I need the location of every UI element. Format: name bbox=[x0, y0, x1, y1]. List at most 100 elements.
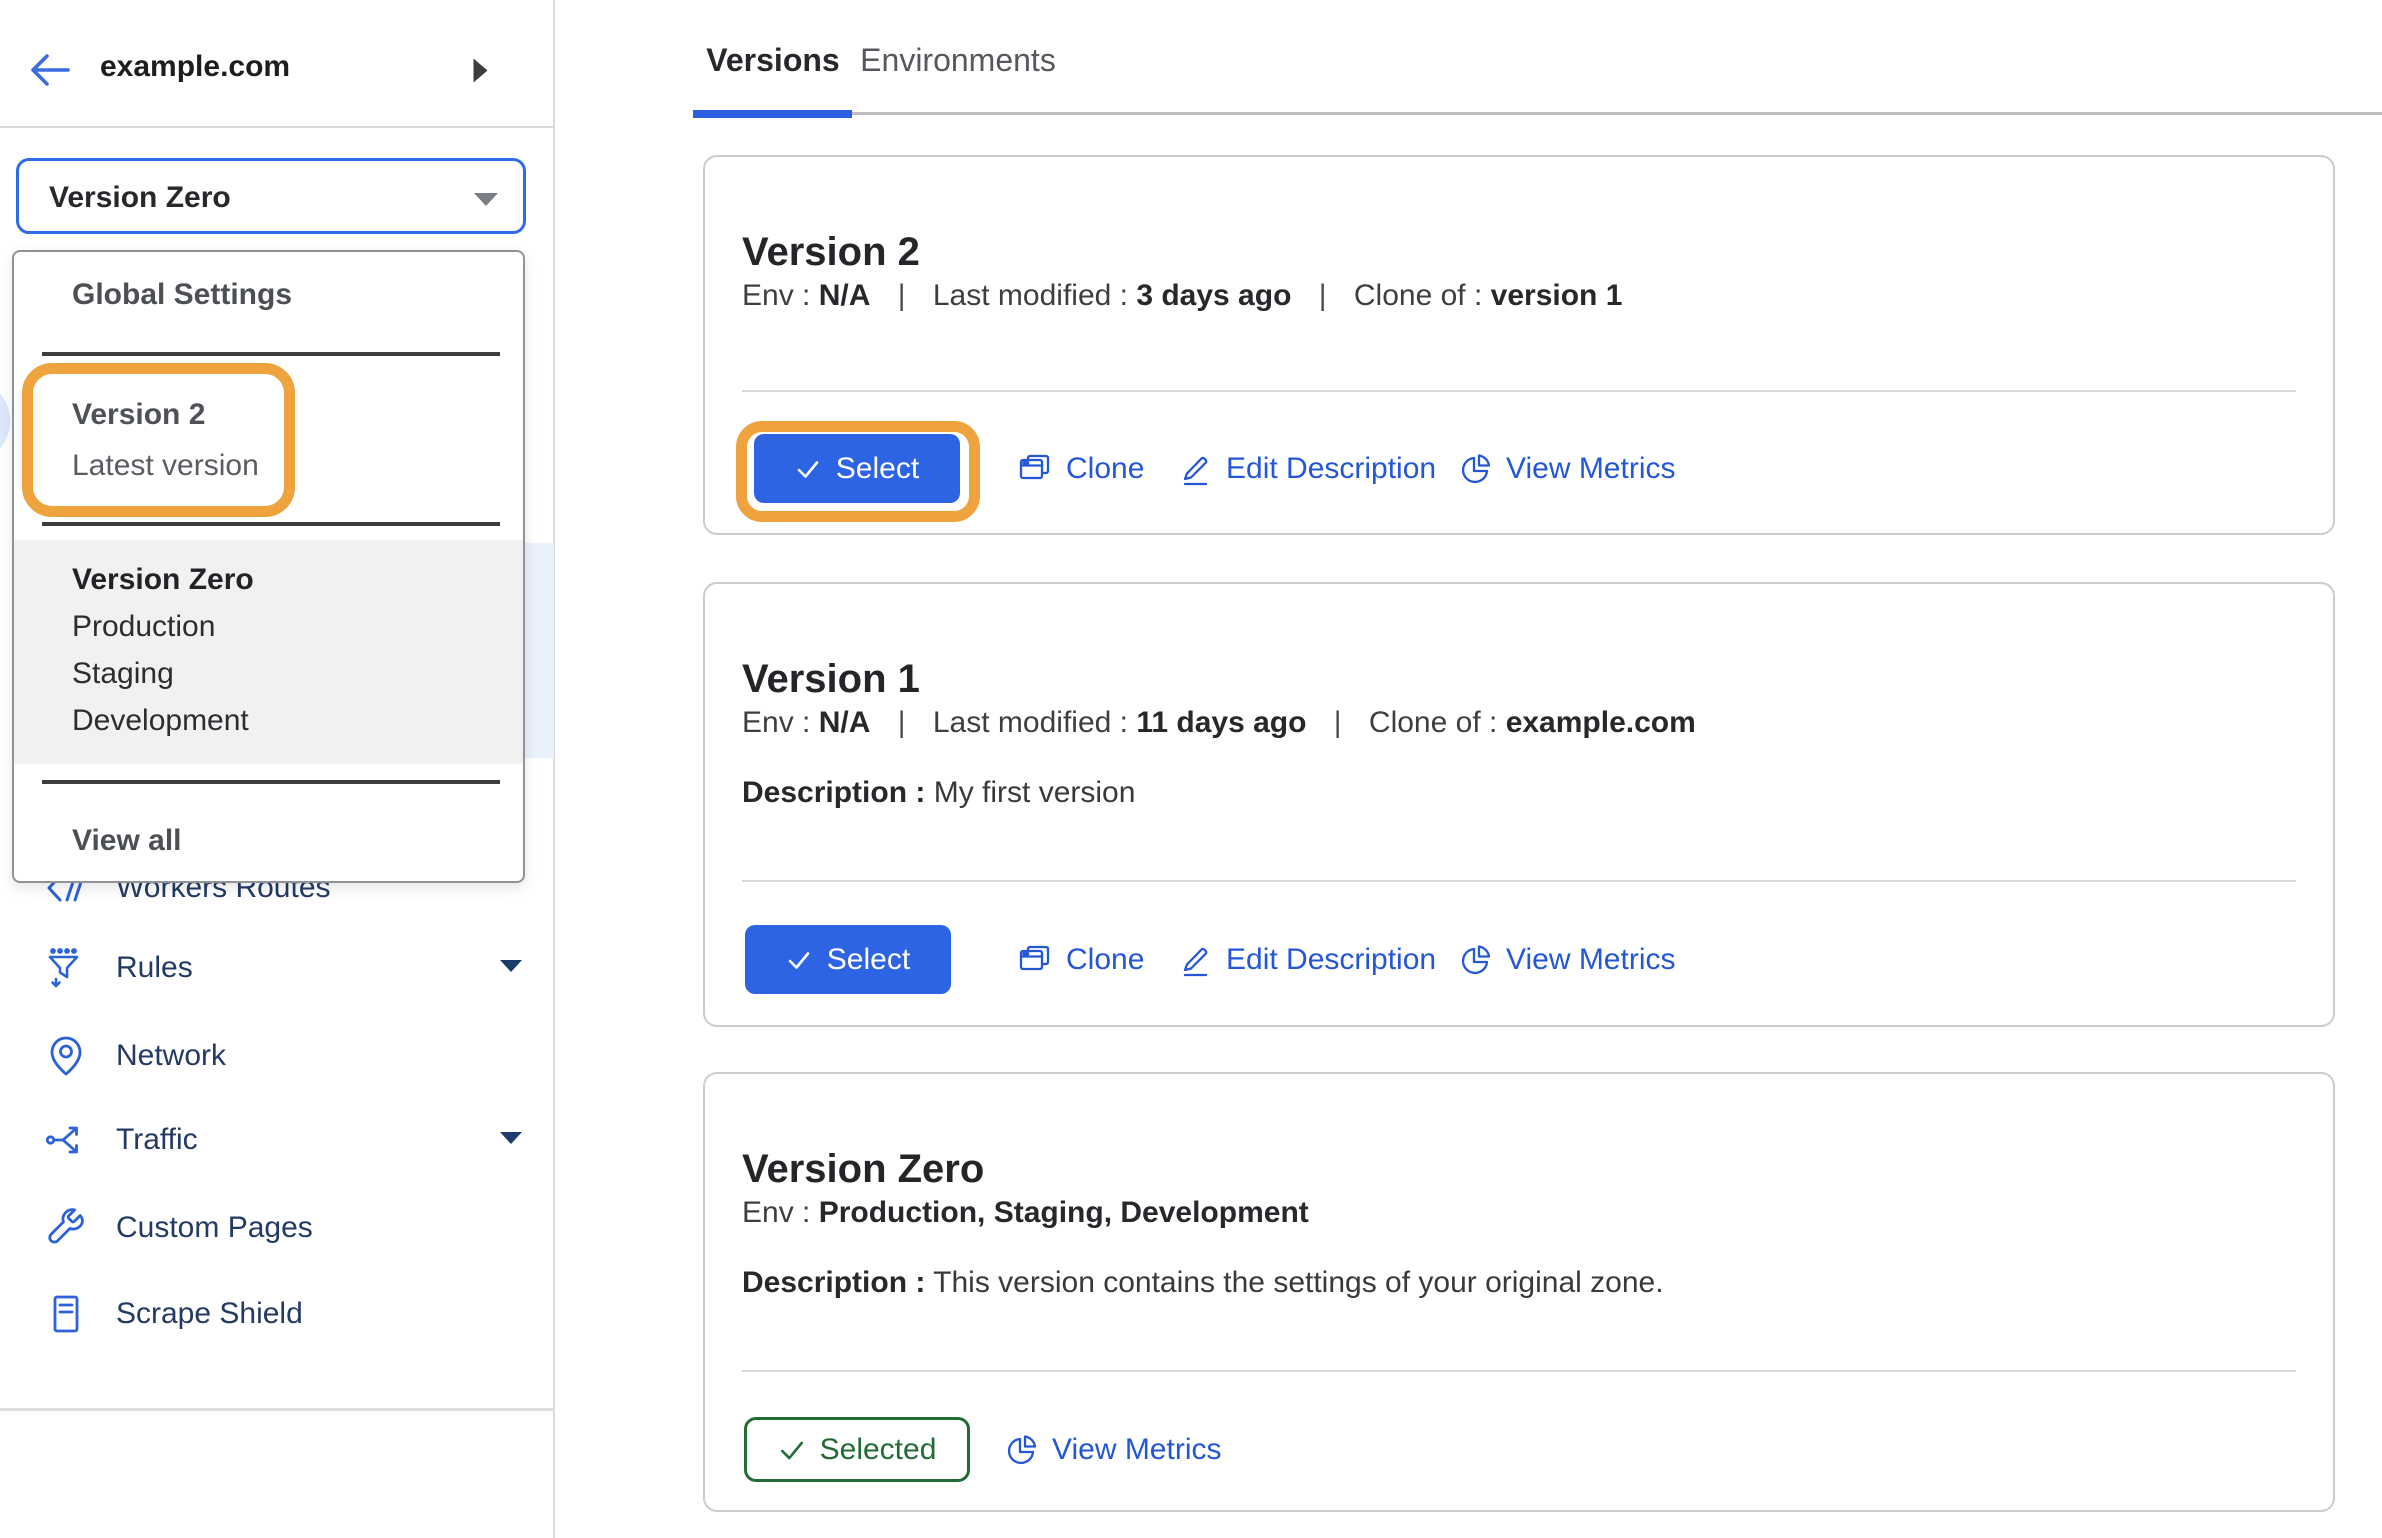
pie-chart-icon bbox=[1459, 452, 1493, 486]
clone-of-value: example.com bbox=[1506, 706, 1696, 739]
dropdown-separator bbox=[42, 352, 500, 356]
edit-description-button[interactable]: Edit Description bbox=[1179, 925, 1436, 995]
sidebar-item-rules[interactable]: Rules bbox=[0, 936, 553, 1000]
dropdown-item-view-all[interactable]: View all bbox=[72, 824, 182, 858]
last-modified-label: Last modified : bbox=[933, 279, 1128, 312]
meta-separator: | bbox=[898, 279, 906, 312]
sidebar-divider bbox=[0, 1408, 555, 1411]
pencil-icon bbox=[1179, 451, 1213, 487]
sidebar: example.com Version Zero Global Settings… bbox=[0, 0, 555, 1538]
sidebar-header: example.com bbox=[0, 0, 553, 128]
last-modified-label: Last modified : bbox=[933, 706, 1128, 739]
clone-of-label: Clone of : bbox=[1369, 706, 1497, 739]
pencil-icon bbox=[1179, 942, 1213, 978]
pie-chart-icon bbox=[1459, 943, 1493, 977]
description-value: My first version bbox=[934, 776, 1136, 809]
description-label: Description : bbox=[742, 1266, 925, 1299]
version-card-meta: Env : N/A | Last modified : 11 days ago … bbox=[742, 706, 1696, 740]
version-card-version-zero: Version Zero Env : Production, Staging, … bbox=[703, 1072, 2335, 1512]
view-metrics-button[interactable]: View Metrics bbox=[1459, 925, 1675, 995]
pie-chart-icon bbox=[1005, 1433, 1039, 1467]
clone-button[interactable]: Clone bbox=[1017, 925, 1144, 995]
card-actions: Select Clone Edit Description View Metri… bbox=[742, 434, 2296, 504]
meta-separator: | bbox=[1334, 706, 1342, 739]
version-card-meta: Env : N/A | Last modified : 3 days ago |… bbox=[742, 279, 1622, 313]
view-metrics-button[interactable]: View Metrics bbox=[1005, 1415, 1221, 1485]
version-select-dropdown[interactable]: Version Zero bbox=[16, 158, 526, 234]
dropdown-item-version-2[interactable]: Version 2 Latest version bbox=[72, 398, 259, 483]
clone-of-value: version 1 bbox=[1491, 279, 1623, 312]
expand-right-icon[interactable] bbox=[472, 57, 489, 89]
version-card-description: Description : My first version bbox=[742, 776, 1135, 810]
clone-icon bbox=[1017, 942, 1053, 978]
card-actions: Select Clone Edit Description View Metri… bbox=[742, 925, 2296, 995]
back-arrow-icon[interactable] bbox=[26, 50, 72, 95]
document-icon bbox=[44, 1292, 88, 1336]
dropdown-item-version-zero[interactable]: Version Zero Production Staging Developm… bbox=[14, 540, 523, 764]
env-label: Env : bbox=[742, 279, 810, 312]
card-divider bbox=[742, 1370, 2296, 1372]
selected-button[interactable]: Selected bbox=[744, 1417, 970, 1482]
dropdown-version-2-subtitle: Latest version bbox=[72, 449, 259, 483]
env-value: Production, Staging, Development bbox=[819, 1196, 1309, 1229]
chevron-down-icon bbox=[473, 192, 499, 212]
description-label: Description : bbox=[742, 776, 925, 809]
card-divider bbox=[742, 880, 2296, 882]
env-label: Env : bbox=[742, 1196, 810, 1229]
dropdown-env-development: Development bbox=[72, 697, 523, 744]
select-button[interactable]: Select bbox=[754, 434, 960, 503]
app-canvas: example.com Version Zero Global Settings… bbox=[0, 0, 2382, 1538]
env-value: N/A bbox=[819, 706, 871, 739]
meta-separator: | bbox=[1319, 279, 1327, 312]
clone-of-label: Clone of : bbox=[1354, 279, 1482, 312]
chevron-down-icon bbox=[499, 1131, 523, 1150]
dropdown-env-staging: Staging bbox=[72, 650, 523, 697]
description-value: This version contains the settings of yo… bbox=[933, 1266, 1663, 1299]
rules-icon bbox=[44, 946, 88, 990]
dropdown-version-2-title: Version 2 bbox=[72, 398, 259, 432]
clone-icon bbox=[1017, 451, 1053, 487]
wrench-icon bbox=[44, 1206, 88, 1250]
version-card-title: Version 2 bbox=[742, 228, 920, 276]
version-card-title: Version Zero bbox=[742, 1145, 984, 1193]
main-content: Versions Environments Version 2 Env : N/… bbox=[557, 0, 2382, 1538]
traffic-icon bbox=[44, 1118, 88, 1162]
version-card-title: Version 1 bbox=[742, 655, 920, 703]
dropdown-separator bbox=[42, 522, 500, 526]
edit-description-button[interactable]: Edit Description bbox=[1179, 434, 1436, 504]
select-button[interactable]: Select bbox=[745, 925, 951, 994]
view-metrics-button[interactable]: View Metrics bbox=[1459, 434, 1675, 504]
tab-active-indicator bbox=[693, 110, 852, 118]
version-card-meta: Env : Production, Staging, Development bbox=[742, 1196, 1309, 1230]
dropdown-version-zero-title: Version Zero bbox=[72, 556, 523, 603]
sidebar-item-scrape-shield[interactable]: Scrape Shield bbox=[0, 1282, 553, 1346]
sidebar-item-traffic[interactable]: Traffic bbox=[0, 1108, 553, 1172]
version-card-description: Description : This version contains the … bbox=[742, 1266, 1664, 1300]
meta-separator: | bbox=[898, 706, 906, 739]
dropdown-env-production: Production bbox=[72, 603, 523, 650]
selected-nav-highlight bbox=[525, 543, 554, 758]
clone-button[interactable]: Clone bbox=[1017, 434, 1144, 504]
version-card-version-2: Version 2 Env : N/A | Last modified : 3 … bbox=[703, 155, 2335, 535]
check-icon bbox=[786, 947, 812, 973]
tab-environments[interactable]: Environments bbox=[857, 42, 1059, 79]
card-actions: Selected View Metrics bbox=[742, 1415, 2296, 1485]
site-title: example.com bbox=[100, 50, 290, 84]
selected-nav-highlight-arc bbox=[0, 377, 10, 465]
card-divider bbox=[742, 390, 2296, 392]
check-icon bbox=[795, 456, 821, 482]
chevron-down-icon bbox=[499, 959, 523, 978]
tab-versions[interactable]: Versions bbox=[693, 42, 853, 79]
last-modified-value: 3 days ago bbox=[1136, 279, 1291, 312]
dropdown-item-global-settings[interactable]: Global Settings bbox=[72, 278, 292, 312]
last-modified-value: 11 days ago bbox=[1136, 706, 1306, 739]
version-dropdown-panel: Global Settings Version 2 Latest version… bbox=[12, 250, 525, 883]
check-icon bbox=[778, 1436, 806, 1464]
env-value: N/A bbox=[819, 279, 871, 312]
network-pin-icon bbox=[44, 1034, 88, 1078]
tab-bar-baseline bbox=[852, 112, 2382, 115]
version-card-version-1: Version 1 Env : N/A | Last modified : 11… bbox=[703, 582, 2335, 1027]
env-label: Env : bbox=[742, 706, 810, 739]
sidebar-item-custom-pages[interactable]: Custom Pages bbox=[0, 1196, 553, 1260]
sidebar-item-network[interactable]: Network bbox=[0, 1024, 553, 1088]
